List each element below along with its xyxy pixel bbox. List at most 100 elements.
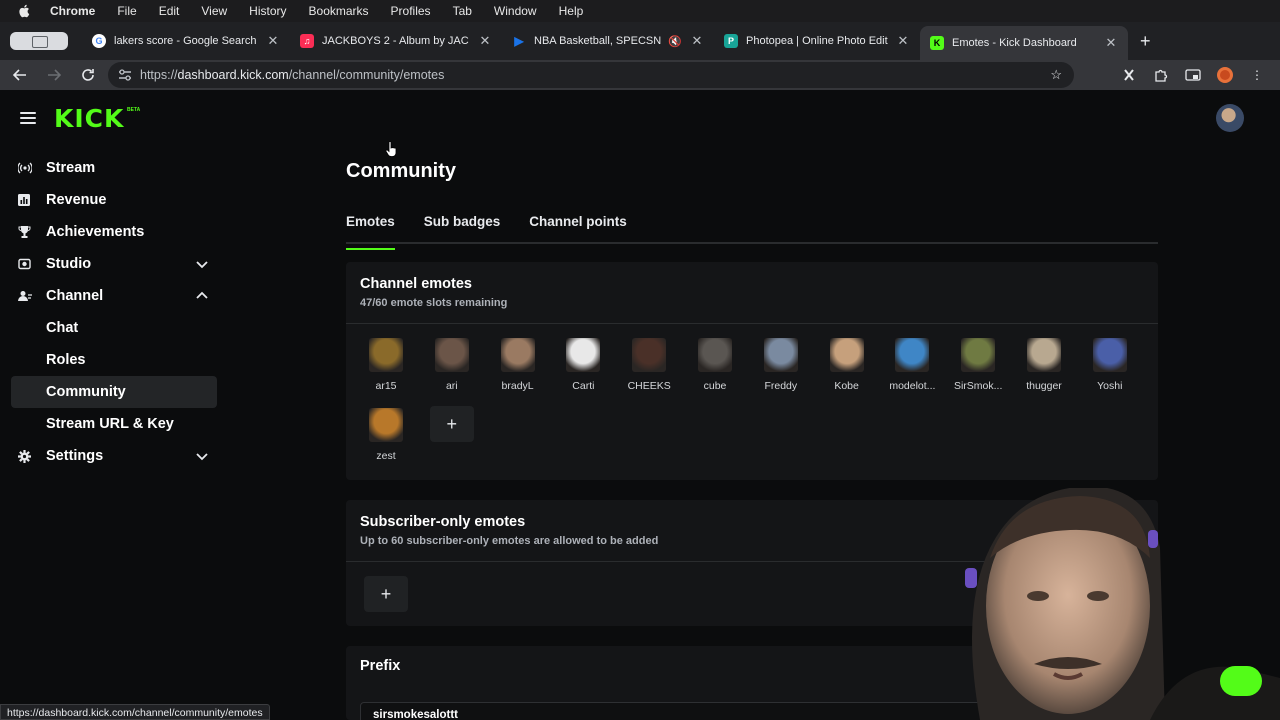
sidebar-item-stream[interactable]: Stream — [0, 152, 230, 184]
more-vert-icon[interactable]: ⋮ — [1248, 66, 1266, 84]
emote-name: thugger — [1026, 380, 1062, 392]
user-avatar[interactable] — [1216, 104, 1244, 132]
url-scheme: https:// — [140, 68, 178, 82]
back-icon[interactable] — [10, 65, 30, 85]
site-settings-icon[interactable] — [118, 69, 132, 81]
sidebar-item-label: Revenue — [46, 192, 107, 208]
emote-item[interactable]: modelot... — [882, 338, 942, 392]
sidebar-item-stream-url-key[interactable]: Stream URL & Key — [0, 408, 230, 440]
extensions-puzzle-icon[interactable] — [1152, 66, 1170, 84]
kick-logo[interactable]: KICK — [54, 106, 124, 131]
browser-tab-strip: G lakers score - Google Search ✕ ♫ JACKB… — [0, 22, 1280, 60]
menu-tab[interactable]: Tab — [453, 4, 472, 18]
close-icon[interactable]: ✕ — [1104, 35, 1118, 51]
menu-help[interactable]: Help — [559, 4, 584, 18]
sidebar-item-achievements[interactable]: Achievements — [0, 216, 230, 248]
address-bar[interactable]: https://dashboard.kick.com/channel/commu… — [108, 62, 1074, 88]
cast-icon[interactable] — [1184, 66, 1202, 84]
emote-image — [961, 338, 996, 372]
emote-name: ar15 — [375, 380, 397, 392]
sidebar-item-studio[interactable]: Studio — [0, 248, 230, 280]
sidebar-item-settings[interactable]: Settings — [0, 440, 230, 472]
new-tab-button[interactable]: + — [1140, 31, 1151, 52]
emote-name: Freddy — [764, 380, 798, 392]
muted-speaker-icon[interactable]: 🔇 — [668, 35, 682, 48]
emote-item[interactable]: CHEEKS — [619, 338, 679, 392]
photopea-icon: P — [724, 34, 738, 48]
chevron-up-icon[interactable] — [196, 290, 208, 302]
emote-item[interactable]: Carti — [553, 338, 613, 392]
emote-item[interactable]: Yoshi — [1080, 338, 1140, 392]
bookmark-star-icon[interactable]: ☆ — [1050, 67, 1062, 83]
apple-music-icon: ♫ — [300, 34, 314, 48]
apple-icon[interactable] — [18, 4, 32, 18]
emote-item[interactable]: Freddy — [751, 338, 811, 392]
link-hover-status: https://dashboard.kick.com/channel/commu… — [0, 704, 270, 720]
menu-window[interactable]: Window — [494, 4, 537, 18]
forward-icon[interactable] — [44, 65, 64, 85]
emote-name: cube — [703, 380, 727, 392]
add-channel-emote-button[interactable]: + — [429, 406, 474, 442]
emote-item[interactable]: thugger — [1014, 338, 1074, 392]
sidebar-item-label: Studio — [46, 256, 92, 272]
tab-emotes[interactable]: Emotes — [346, 212, 395, 250]
browser-tab-kick[interactable]: K Emotes - Kick Dashboard ✕ — [920, 26, 1128, 60]
chevron-down-icon[interactable] — [196, 258, 208, 270]
menu-file[interactable]: File — [117, 4, 136, 18]
emote-image — [632, 338, 667, 372]
broadcast-icon — [17, 162, 33, 174]
sidebar-item-community[interactable]: Community — [11, 376, 217, 408]
tab-title: JACKBOYS 2 - Album by JAC — [322, 35, 469, 47]
emote-image — [369, 408, 403, 442]
tab-sub-badges[interactable]: Sub badges — [424, 212, 501, 242]
browser-tab-photopea[interactable]: P Photopea | Online Photo Edito ✕ — [714, 26, 920, 56]
close-icon[interactable]: ✕ — [690, 33, 704, 49]
menu-history[interactable]: History — [249, 4, 286, 18]
extension-icon[interactable] — [1120, 66, 1138, 84]
menu-app-name[interactable]: Chrome — [50, 4, 95, 18]
emote-item[interactable]: cube — [685, 338, 745, 392]
emote-image — [500, 338, 535, 372]
tab-title: Photopea | Online Photo Edito — [746, 35, 888, 47]
emote-item[interactable]: SirSmok... — [948, 338, 1008, 392]
sidebar-item-label: Community — [46, 384, 126, 400]
tab-title: NBA Basketball, SPECSN, — [534, 35, 663, 47]
chevron-down-icon[interactable] — [196, 450, 208, 462]
channel-emotes-card: Channel emotes 47/60 emote slots remaini… — [346, 262, 1158, 480]
support-chat-button[interactable] — [1220, 666, 1262, 696]
sidebar-item-roles[interactable]: Roles — [0, 344, 230, 376]
menu-edit[interactable]: Edit — [159, 4, 180, 18]
emote-item[interactable]: bradyL — [488, 338, 548, 392]
menu-bookmarks[interactable]: Bookmarks — [309, 4, 369, 18]
close-icon[interactable]: ✕ — [266, 33, 280, 49]
emote-image — [566, 338, 601, 372]
revenue-chart-icon — [18, 194, 32, 206]
emote-item[interactable]: zest — [356, 408, 416, 462]
browser-tab-google[interactable]: G lakers score - Google Search ✕ — [82, 26, 290, 56]
reload-icon[interactable] — [78, 65, 98, 85]
emote-item[interactable]: ari — [422, 338, 482, 392]
profile-avatar-icon[interactable] — [1216, 66, 1234, 84]
emote-item[interactable]: ar15 — [356, 338, 416, 392]
tab-channel-points[interactable]: Channel points — [529, 212, 627, 242]
close-icon[interactable]: ✕ — [896, 33, 910, 49]
menu-profiles[interactable]: Profiles — [391, 4, 431, 18]
channel-emotes-title: Channel emotes — [360, 276, 472, 292]
close-icon[interactable]: ✕ — [478, 33, 492, 49]
emote-name: SirSmok... — [953, 380, 1003, 392]
tab-search-button[interactable] — [10, 32, 68, 50]
browser-tab-music[interactable]: ♫ JACKBOYS 2 - Album by JAC ✕ — [290, 26, 502, 56]
sidebar-item-revenue[interactable]: Revenue — [0, 184, 230, 216]
emote-name: Yoshi — [1097, 380, 1123, 392]
hand-pointer-icon — [385, 141, 397, 157]
menu-view[interactable]: View — [201, 4, 227, 18]
hamburger-menu-icon[interactable] — [20, 112, 36, 124]
sidebar-item-channel[interactable]: Channel — [0, 280, 230, 312]
emote-item[interactable]: Kobe — [817, 338, 877, 392]
url-path: /channel/community/emotes — [288, 68, 445, 82]
sidebar-item-chat[interactable]: Chat — [0, 312, 230, 344]
browser-tab-nba[interactable]: ▶ NBA Basketball, SPECSN, 🔇 ✕ — [502, 26, 714, 56]
emote-name: zest — [376, 450, 396, 462]
trophy-icon — [18, 226, 32, 238]
add-subscriber-emote-button[interactable]: + — [364, 576, 408, 612]
